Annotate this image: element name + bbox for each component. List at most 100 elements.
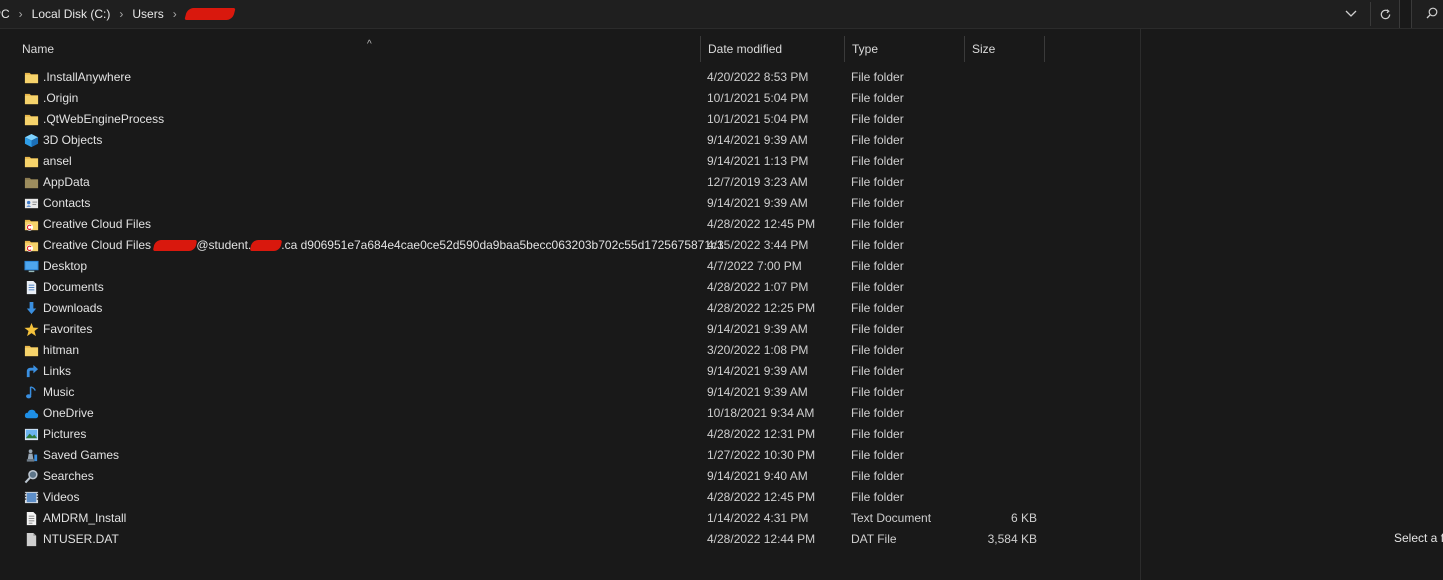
file-name: Desktop <box>43 259 88 273</box>
text-file-icon <box>24 511 39 526</box>
file-list-row[interactable]: Favorites 9/14/2021 9:39 AM File folder <box>0 319 1140 340</box>
file-list-row[interactable]: Saved Games 1/27/2022 10:30 PM File folder <box>0 445 1140 466</box>
file-list-row[interactable]: AMDRM_Install 1/14/2022 4:31 PM Text Docum… <box>0 508 1140 529</box>
file-name: NTUSER.DAT <box>43 532 119 546</box>
file-list-row[interactable]: Creative Cloud Files @student. .ca d90695… <box>0 235 1140 256</box>
file-date-modified: 3/20/2022 1:08 PM <box>707 343 809 357</box>
file-date-modified: 4/7/2022 7:00 PM <box>707 259 802 273</box>
file-list-row[interactable]: hitman 3/20/2022 1:08 PM File folder <box>0 340 1140 361</box>
file-list-row[interactable]: Music 9/14/2021 9:39 AM File folder <box>0 382 1140 403</box>
breadcrumb-separator-icon[interactable]: › <box>119 7 123 21</box>
file-date-modified: 4/28/2022 12:25 PM <box>707 301 816 315</box>
file-list-row[interactable]: Pictures 4/28/2022 12:31 PM File folder <box>0 424 1140 445</box>
folder-icon <box>24 343 39 358</box>
file-type: File folder <box>851 406 904 420</box>
file-type: Text Document <box>851 511 932 525</box>
column-header-date[interactable]: Date modified <box>700 36 845 62</box>
file-name: Pictures <box>43 427 87 441</box>
file-date-modified: 4/28/2022 1:07 PM <box>707 280 809 294</box>
redacted-text <box>153 240 198 252</box>
file-list-row[interactable]: Creative Cloud Files 4/28/2022 12:45 PM Fi… <box>0 214 1140 235</box>
file-list-row[interactable]: .InstallAnywhere 4/20/2022 8:53 PM File fo… <box>0 67 1140 88</box>
file-name: Documents <box>43 280 104 294</box>
chevron-down-icon[interactable] <box>1337 2 1365 26</box>
column-headers: Name ^ Date modified Type Size <box>0 36 1140 62</box>
file-name: Contacts <box>43 196 91 210</box>
preview-pane-divider[interactable] <box>1140 29 1141 580</box>
search-box[interactable] <box>1411 0 1443 28</box>
file-date-modified: 10/1/2021 5:04 PM <box>707 91 809 105</box>
file-list-row[interactable]: NTUSER.DAT 4/28/2022 12:44 PM DAT File 3,58… <box>0 529 1140 550</box>
file-type: File folder <box>851 385 904 399</box>
file-date-modified: 12/7/2019 3:23 AM <box>707 175 808 189</box>
file-list-row[interactable]: ansel 9/14/2021 1:13 PM File folder <box>0 151 1140 172</box>
file-type: DAT File <box>851 532 897 546</box>
breadcrumb-separator-icon[interactable]: › <box>173 7 177 21</box>
file-date-modified: 9/14/2021 9:39 AM <box>707 364 808 378</box>
file-list-row[interactable]: AppData 12/7/2019 3:23 AM File folder <box>0 172 1140 193</box>
cc-folder-icon <box>24 238 39 253</box>
search-icon <box>24 469 39 484</box>
file-name: OneDrive <box>43 406 94 420</box>
file-list-row[interactable]: Links 9/14/2021 9:39 AM File folder <box>0 361 1140 382</box>
preview-pane-message: Select a fi <box>1394 531 1443 545</box>
file-date-modified: 4/15/2022 3:44 PM <box>707 238 809 252</box>
file-name-part: @student. <box>196 238 252 252</box>
file-type: File folder <box>851 133 904 147</box>
file-list-row[interactable]: Searches 9/14/2021 9:40 AM File folder <box>0 466 1140 487</box>
file-type: File folder <box>851 154 904 168</box>
breadcrumb-local-disk[interactable]: Local Disk (C:) <box>32 7 111 21</box>
refresh-icon[interactable] <box>1370 2 1399 26</box>
file-type: File folder <box>851 364 904 378</box>
music-icon <box>24 385 39 400</box>
breadcrumb-users[interactable]: Users <box>132 7 163 21</box>
file-list-row[interactable]: Downloads 4/28/2022 12:25 PM File folder <box>0 298 1140 319</box>
file-list-row[interactable]: Documents 4/28/2022 1:07 PM File folder <box>0 277 1140 298</box>
file-name: Music <box>43 385 75 399</box>
file-list-row[interactable]: OneDrive 10/18/2021 9:34 AM File folder <box>0 403 1140 424</box>
file-type: File folder <box>851 322 904 336</box>
file-type: File folder <box>851 490 904 504</box>
file-type: File folder <box>851 91 904 105</box>
address-bar[interactable]: PC › Local Disk (C:) › Users › <box>0 0 1400 28</box>
file-date-modified: 4/28/2022 12:44 PM <box>707 532 816 546</box>
column-header-name[interactable]: Name ^ <box>15 36 701 62</box>
file-name: hitman <box>43 343 80 357</box>
column-header-type[interactable]: Type <box>844 36 965 62</box>
file-list-row[interactable]: Contacts 9/14/2021 9:39 AM File folder <box>0 193 1140 214</box>
file-type: File folder <box>851 343 904 357</box>
file-date-modified: 9/14/2021 9:39 AM <box>707 385 808 399</box>
pictures-icon <box>24 427 39 442</box>
redacted-username[interactable] <box>184 8 236 20</box>
file-type: File folder <box>851 448 904 462</box>
folder-icon <box>24 112 39 127</box>
file-name: Saved Games <box>43 448 120 462</box>
file-type: File folder <box>851 175 904 189</box>
column-header-date-label: Date modified <box>708 42 783 56</box>
file-name: Creative Cloud Files @student. .ca d90695… <box>43 235 724 256</box>
file-type: File folder <box>851 469 904 483</box>
file-name: 3D Objects <box>43 133 103 147</box>
videos-icon <box>24 490 39 505</box>
cube-icon <box>24 133 39 148</box>
folder-icon <box>24 154 39 169</box>
redacted-text <box>250 240 283 252</box>
file-list-row[interactable]: .Origin 10/1/2021 5:04 PM File folder <box>0 88 1140 109</box>
file-list-row[interactable]: Desktop 4/7/2022 7:00 PM File folder <box>0 256 1140 277</box>
file-name: ansel <box>43 154 72 168</box>
file-list-row[interactable]: 3D Objects 9/14/2021 9:39 AM File folder <box>0 130 1140 151</box>
chess-icon <box>24 448 39 463</box>
file-name: Favorites <box>43 322 93 336</box>
file-size: 3,584 KB <box>987 532 1037 546</box>
column-header-size-label: Size <box>972 42 996 56</box>
folder-icon <box>24 91 39 106</box>
file-list-row[interactable]: .QtWebEngineProcess 10/1/2021 5:04 PM File… <box>0 109 1140 130</box>
breadcrumb-pc[interactable]: PC <box>0 7 10 21</box>
file-type: File folder <box>851 301 904 315</box>
breadcrumb-separator-icon[interactable]: › <box>19 7 23 21</box>
column-header-size[interactable]: Size <box>964 36 1045 62</box>
file-list-row[interactable]: Videos 4/28/2022 12:45 PM File folder <box>0 487 1140 508</box>
file-name: Videos <box>43 490 80 504</box>
cloud-icon <box>24 406 39 421</box>
folder-icon <box>24 70 39 85</box>
